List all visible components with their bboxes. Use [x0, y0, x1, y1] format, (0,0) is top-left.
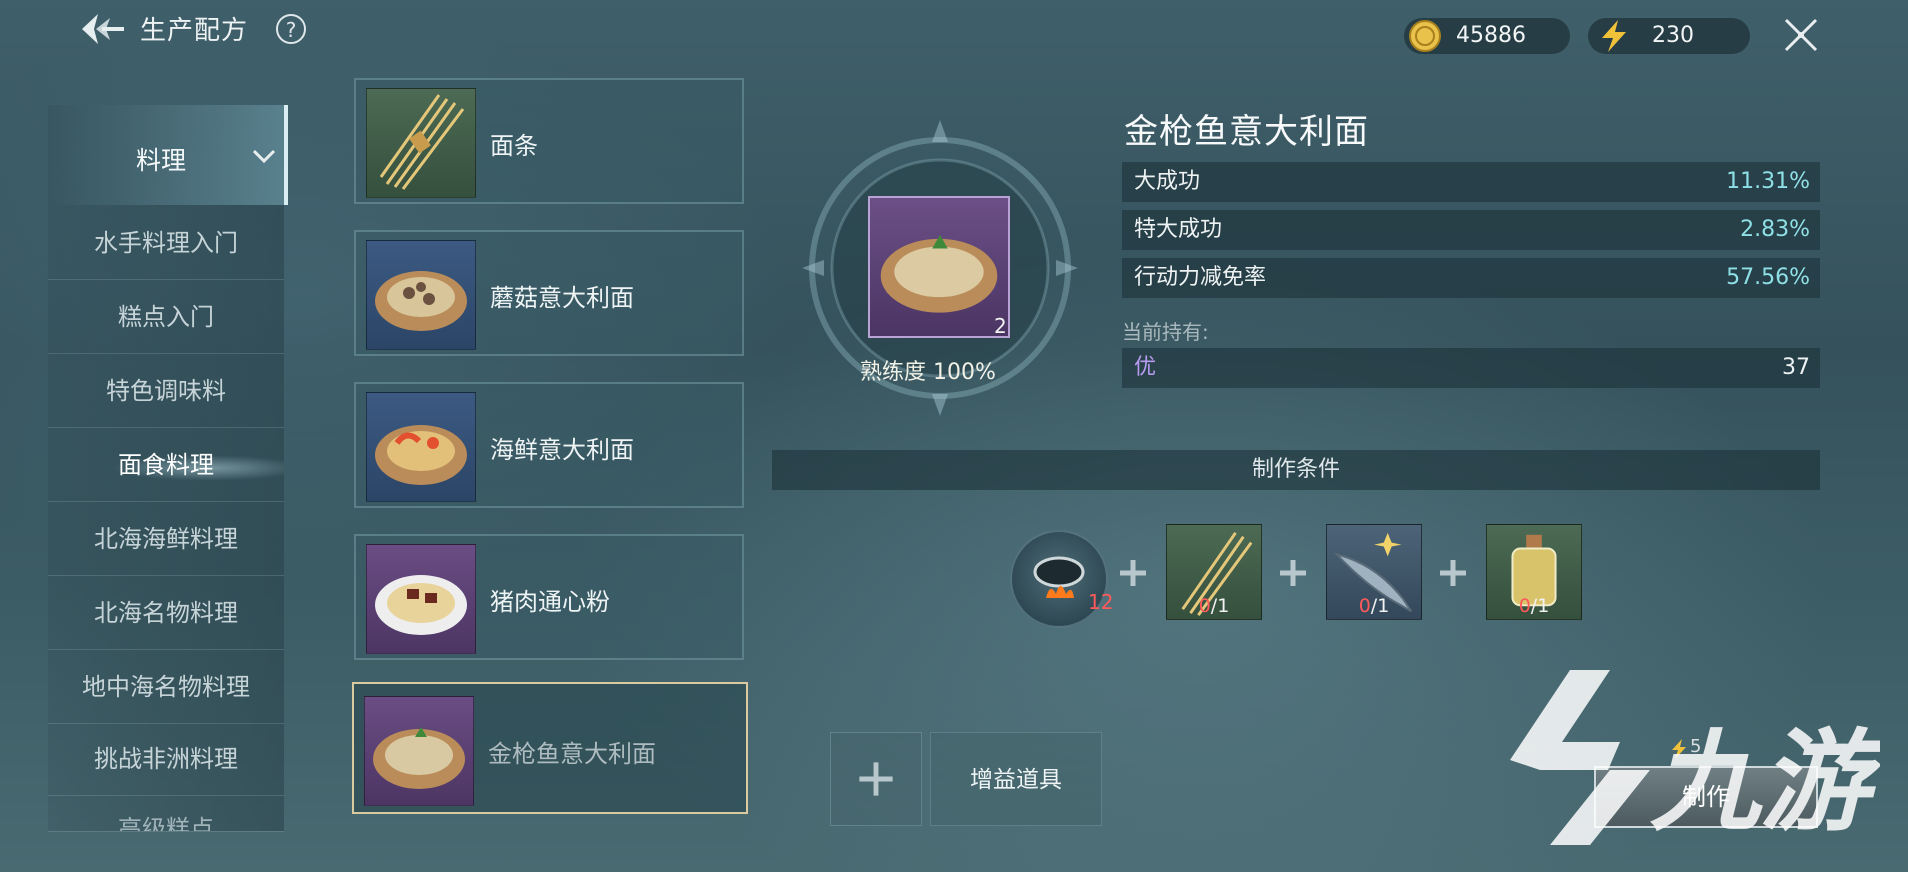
stat-label: 大成功 [1134, 169, 1201, 194]
ingredient-slot[interactable]: 0/1 [1486, 524, 1582, 620]
category-cooking-label: 料理 [136, 146, 187, 175]
add-boost-slot[interactable] [830, 732, 922, 826]
stat-value: 2.83% [1740, 217, 1810, 242]
stat-row: 特大成功 2.83% [1122, 210, 1820, 250]
ingredient-count: 0/1 [1198, 595, 1230, 617]
watermark-logo: 九游 [1500, 660, 1888, 850]
stat-label: 行动力减免率 [1134, 265, 1267, 290]
subcategory-item[interactable]: 北海名物料理 [48, 576, 284, 650]
plus-icon [859, 762, 893, 796]
recipe-name: 猪肉通心粉 [490, 588, 610, 616]
boost-items-button[interactable]: 增益道具 [930, 732, 1102, 826]
ingredient-count: 0/1 [1358, 595, 1390, 617]
tuna-pasta-icon [364, 696, 474, 806]
stat-value: 11.31% [1726, 169, 1810, 194]
owned-count: 37 [1782, 355, 1810, 380]
conditions-title: 制作条件 [772, 450, 1820, 490]
tuna-pasta-icon [880, 234, 998, 313]
back-arrow-icon[interactable] [78, 10, 126, 48]
recipe-name: 面条 [490, 132, 538, 160]
plus-icon [1120, 560, 1146, 586]
recipe-name: 金枪鱼意大利面 [488, 740, 656, 768]
owned-label: 当前持有: [1122, 320, 1209, 344]
recipe-card[interactable]: 蘑菇意大利面 [354, 230, 744, 356]
stat-row: 行动力减免率 57.56% [1122, 258, 1820, 298]
energy-counter: 230 [1588, 18, 1750, 54]
gold-counter: 45886 [1404, 18, 1570, 54]
page-title: 生产配方 [140, 16, 249, 46]
owned-quality: 优 [1134, 355, 1157, 380]
stove-level: 12 [1088, 590, 1114, 614]
owned-row: 优 37 [1122, 348, 1820, 388]
subcategory-item[interactable]: 地中海名物料理 [48, 650, 284, 724]
plus-icon [1280, 560, 1306, 586]
selected-recipe-item[interactable] [868, 196, 1010, 338]
subcategory-item[interactable]: 北海海鲜料理 [48, 502, 284, 576]
subcategory-item[interactable]: 挑战非洲料理 [48, 722, 284, 796]
watermark-text: 九游 [1650, 718, 1880, 846]
item-count: 2 [994, 314, 1007, 338]
help-icon[interactable]: ? [276, 14, 306, 44]
gold-value: 45886 [1456, 23, 1526, 48]
plus-icon [1440, 560, 1466, 586]
subcategory-item[interactable]: 高级糕点 [48, 792, 284, 832]
ingredient-slot[interactable]: 0/1 [1326, 524, 1422, 620]
ingredient-count: 0/1 [1518, 595, 1550, 617]
noodles-icon [366, 88, 476, 198]
lightning-icon [1602, 20, 1626, 52]
pork-macaroni-icon [366, 544, 476, 654]
recipe-card[interactable]: 猪肉通心粉 [354, 534, 744, 660]
stat-label: 特大成功 [1134, 217, 1223, 242]
stat-value: 57.56% [1726, 265, 1810, 290]
mastery-text: 熟练度 100% [860, 360, 996, 385]
ingredient-slot[interactable]: 0/1 [1166, 524, 1262, 620]
recipe-name: 海鲜意大利面 [490, 436, 634, 464]
subcategory-item[interactable]: 糕点入门 [48, 280, 284, 354]
subcategory-item[interactable]: 水手料理入门 [48, 206, 284, 280]
subcategory-item[interactable]: 特色调味料 [48, 354, 284, 428]
gold-coin-icon [1409, 20, 1441, 52]
recipe-title: 金枪鱼意大利面 [1124, 112, 1369, 152]
recipe-name: 蘑菇意大利面 [490, 284, 634, 312]
mushroom-pasta-icon [366, 240, 476, 350]
recipe-card-selected[interactable]: 金枪鱼意大利面 [352, 682, 748, 814]
close-icon[interactable] [1782, 16, 1820, 54]
subcategory-item-selected[interactable]: 面食料理 [48, 428, 284, 502]
chevron-down-icon [252, 149, 276, 164]
stat-row: 大成功 11.31% [1122, 162, 1820, 202]
energy-value: 230 [1652, 23, 1694, 48]
seafood-pasta-icon [366, 392, 476, 502]
recipe-card[interactable]: 面条 [354, 78, 744, 204]
recipe-card[interactable]: 海鲜意大利面 [354, 382, 744, 508]
